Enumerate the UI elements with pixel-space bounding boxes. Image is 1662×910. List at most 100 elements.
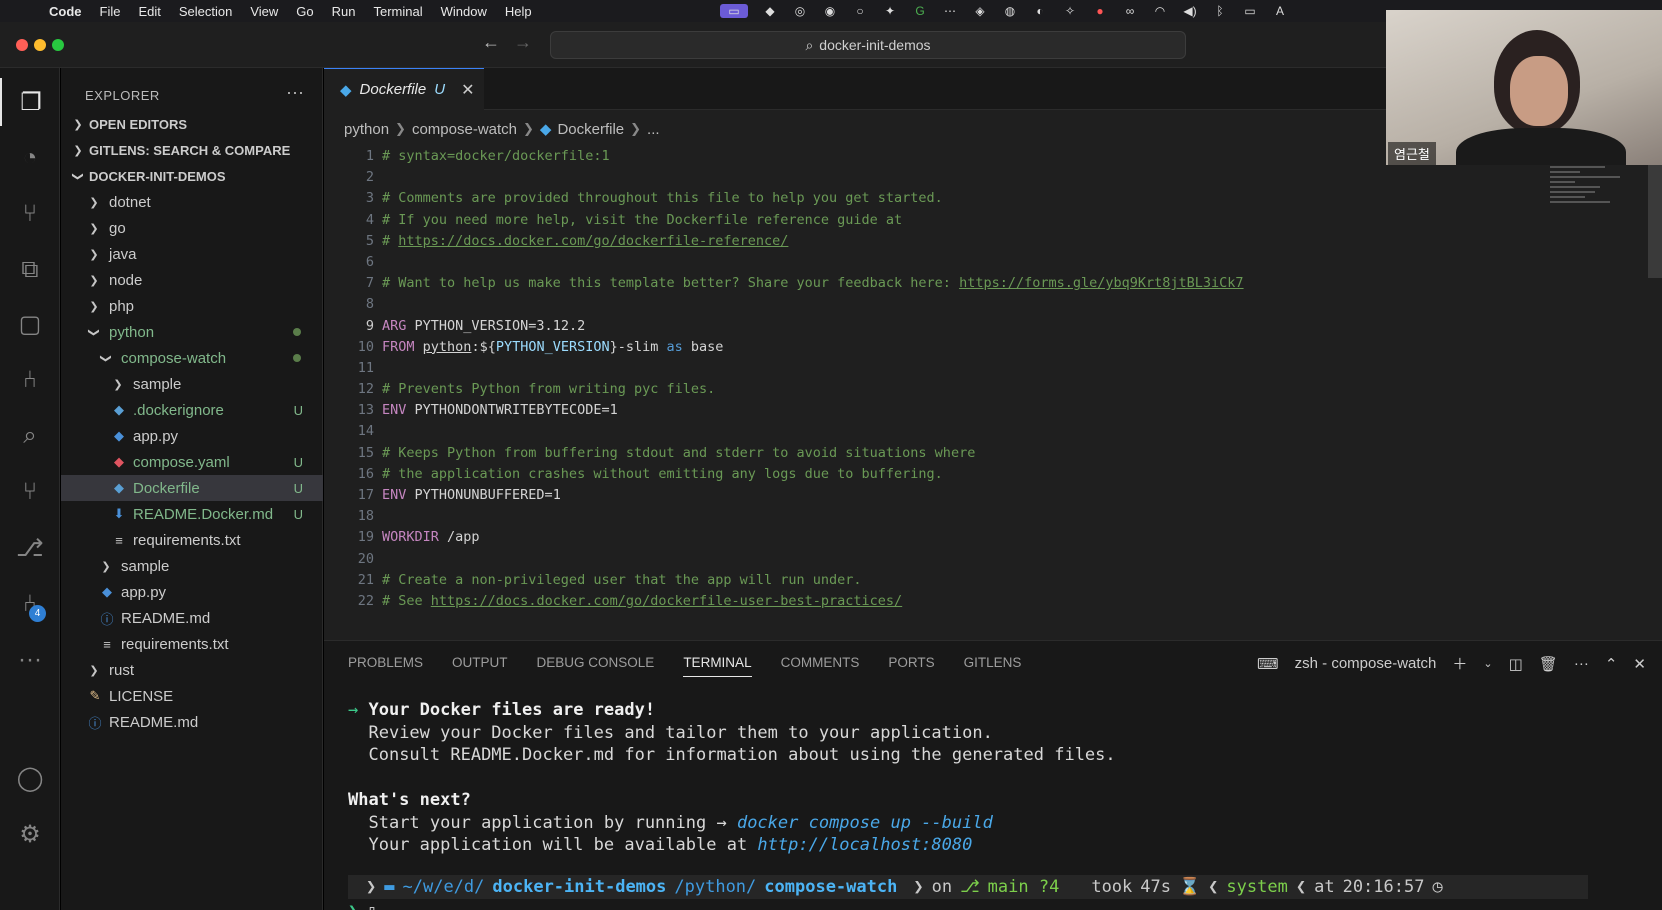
tray-icon[interactable]: ◍: [1002, 4, 1018, 18]
code-link[interactable]: https://docs.docker.com/go/dockerfile-re…: [398, 233, 788, 249]
menu-item[interactable]: Go: [287, 4, 322, 19]
tab-dockerfile[interactable]: ◆ Dockerfile U ✕: [324, 68, 484, 110]
menu-item[interactable]: View: [241, 4, 287, 19]
tree-item[interactable]: ◆ Dockerfile U: [61, 475, 323, 501]
more-actions-icon[interactable]: ···: [1574, 655, 1589, 672]
search-icon[interactable]: ⌕: [0, 412, 60, 460]
tree-item[interactable]: ❯ compose-watch: [61, 345, 323, 371]
tree-item[interactable]: ❯ go: [61, 215, 323, 241]
forward-arrow-icon[interactable]: →: [514, 32, 532, 53]
terminal-name[interactable]: zsh - compose-watch: [1295, 655, 1437, 672]
tray-icon[interactable]: ∞: [1122, 4, 1138, 18]
back-arrow-icon[interactable]: ←: [482, 32, 500, 53]
split-terminal-icon[interactable]: ◫: [1509, 655, 1523, 673]
source-control-icon[interactable]: ⑂: [0, 468, 60, 516]
terminal-input[interactable]: ❯ ▯: [348, 901, 377, 910]
tree-item[interactable]: ❯ dotnet: [61, 189, 323, 215]
bluetooth-icon[interactable]: ᛒ: [1212, 4, 1228, 18]
code-link[interactable]: https://docs.docker.com/go/dockerfile-us…: [431, 593, 902, 609]
tree-item[interactable]: ✎ LICENSE: [61, 683, 323, 709]
menu-item[interactable]: File: [91, 4, 130, 19]
menu-item[interactable]: Terminal: [365, 4, 432, 19]
tree-item[interactable]: ◆ .dockerignore U: [61, 397, 323, 423]
source-control-graph-icon[interactable]: ⑃: [0, 356, 60, 404]
gitlens-icon[interactable]: ⑂: [0, 190, 60, 238]
panel-tab[interactable]: DEBUG CONSOLE: [537, 655, 655, 677]
tree-item[interactable]: ≡ requirements.txt: [61, 527, 323, 553]
source-control-badge-icon[interactable]: ⑃ 4: [0, 580, 60, 628]
editor-scrollbar[interactable]: [1648, 158, 1662, 278]
zoom-window-button[interactable]: [52, 39, 64, 51]
tray-icon[interactable]: ⋯: [942, 4, 958, 18]
menu-item[interactable]: Window: [432, 4, 496, 19]
tree-item[interactable]: ❯ java: [61, 241, 323, 267]
section-workspace[interactable]: ❯ DOCKER-INIT-DEMOS: [61, 163, 323, 189]
tray-icon[interactable]: ◉: [822, 4, 838, 18]
close-tab-icon[interactable]: ✕: [461, 80, 474, 100]
code-editor[interactable]: 1 # syntax=docker/dockerfile:1 2 3 # Comment…: [324, 146, 1662, 612]
panel-tab[interactable]: PROBLEMS: [348, 655, 423, 677]
tray-icon[interactable]: ●: [1092, 4, 1108, 18]
extensions-icon[interactable]: ⧉: [0, 246, 60, 294]
close-panel-icon[interactable]: ✕: [1633, 655, 1646, 673]
command-center-search[interactable]: ⌕ docker-init-demos: [550, 31, 1186, 59]
screen-share-icon[interactable]: ▭: [720, 4, 748, 18]
tree-item[interactable]: ❯ rust: [61, 657, 323, 683]
tree-item[interactable]: ⬇ README.Docker.md U: [61, 501, 323, 527]
tray-icon[interactable]: ◈: [972, 4, 988, 18]
panel-tab[interactable]: PORTS: [888, 655, 934, 677]
tray-icon[interactable]: ◎: [792, 4, 808, 18]
breadcrumb-item[interactable]: python: [344, 121, 389, 138]
breadcrumb-item[interactable]: ...: [647, 121, 660, 138]
minimize-window-button[interactable]: [34, 39, 46, 51]
minimap[interactable]: [1550, 156, 1630, 226]
tree-item[interactable]: ❯ sample: [61, 553, 323, 579]
tray-icon[interactable]: ✦: [882, 4, 898, 18]
panel-tab[interactable]: GITLENS: [964, 655, 1022, 677]
docker-tray-icon[interactable]: ◆: [762, 4, 778, 18]
terminal-link[interactable]: http://localhost:8080: [757, 835, 972, 855]
tray-icon[interactable]: ◐: [1032, 4, 1048, 18]
display-icon[interactable]: ▭: [1242, 4, 1258, 18]
breadcrumb-item[interactable]: compose-watch: [412, 121, 517, 138]
close-window-button[interactable]: [16, 39, 28, 51]
remote-explorer-icon[interactable]: ▢: [0, 300, 60, 348]
tree-item[interactable]: ❯ sample: [61, 371, 323, 397]
breadcrumb-item[interactable]: Dockerfile: [557, 121, 624, 138]
section-open-editors[interactable]: ❯ OPEN EDITORS: [61, 111, 323, 137]
explorer-icon[interactable]: ❐: [0, 78, 60, 126]
panel-tab[interactable]: OUTPUT: [452, 655, 508, 677]
volume-icon[interactable]: ◀): [1182, 4, 1198, 18]
explorer-more-icon[interactable]: ···: [286, 82, 304, 103]
trash-icon[interactable]: 🗑: [1539, 655, 1558, 673]
tree-item[interactable]: ⓘ README.md: [61, 709, 323, 735]
tray-icon[interactable]: G: [912, 4, 928, 18]
input-source-icon[interactable]: A: [1272, 4, 1288, 18]
tray-icon[interactable]: ○: [852, 4, 868, 18]
more-icon[interactable]: ···: [0, 636, 60, 684]
tree-item[interactable]: ❯ node: [61, 267, 323, 293]
tree-item[interactable]: ◆ app.py: [61, 423, 323, 449]
tree-item[interactable]: ❯ php: [61, 293, 323, 319]
tree-item[interactable]: ⓘ README.md: [61, 605, 323, 631]
menu-item[interactable]: Edit: [129, 4, 169, 19]
tree-item[interactable]: ◆ app.py: [61, 579, 323, 605]
airplay-icon[interactable]: ◠: [1152, 4, 1168, 18]
menu-item[interactable]: Run: [323, 4, 365, 19]
menu-item[interactable]: Selection: [170, 4, 241, 19]
tree-item[interactable]: ◆ compose.yaml U: [61, 449, 323, 475]
maximize-panel-icon[interactable]: ⌃: [1605, 655, 1618, 673]
menu-item[interactable]: Help: [496, 4, 541, 19]
section-gitlens-search[interactable]: ❯ GITLENS: SEARCH & COMPARE: [61, 137, 323, 163]
gitlens-inspect-icon[interactable]: ◔: [0, 134, 60, 182]
gitlens-commit-icon[interactable]: ⎇: [0, 524, 60, 572]
tree-item[interactable]: ≡ requirements.txt: [61, 631, 323, 657]
settings-gear-icon[interactable]: ⚙: [0, 810, 60, 858]
menu-item[interactable]: Code: [40, 4, 91, 19]
panel-tab[interactable]: TERMINAL: [683, 655, 752, 677]
code-link[interactable]: https://forms.gle/ybq9Krt8jtBL3iCk7: [959, 275, 1243, 291]
tray-icon[interactable]: ✧: [1062, 4, 1078, 18]
panel-tab[interactable]: COMMENTS: [781, 655, 860, 677]
accounts-icon[interactable]: ◯: [0, 754, 60, 802]
new-terminal-icon[interactable]: ＋: [1452, 653, 1467, 674]
